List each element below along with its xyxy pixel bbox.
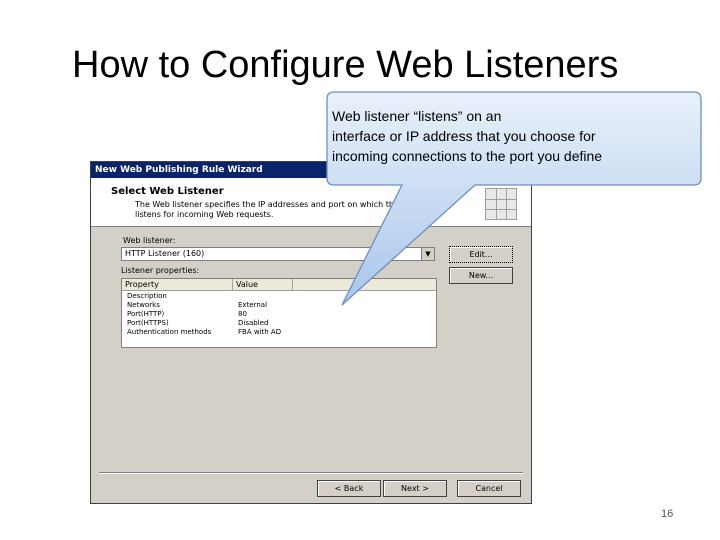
row-value: 80 bbox=[238, 310, 247, 318]
new-button[interactable]: New... bbox=[449, 267, 513, 284]
table-row[interactable]: Networks External bbox=[122, 301, 436, 309]
wizard-header: Select Web Listener The Web listener spe… bbox=[91, 178, 531, 227]
header-title: Select Web Listener bbox=[111, 186, 224, 197]
web-listener-select[interactable]: HTTP Listener (160) ▼ bbox=[121, 247, 435, 261]
listener-properties-label: Listener properties: bbox=[121, 266, 200, 275]
wizard-dialog: New Web Publishing Rule Wizard Select We… bbox=[90, 161, 532, 504]
row-value: External bbox=[238, 301, 268, 309]
callout-line-1: Web listener “listens” on an bbox=[332, 108, 502, 124]
properties-header: Property Value bbox=[122, 279, 436, 291]
row-property: Authentication methods bbox=[127, 328, 212, 336]
footer-separator bbox=[99, 472, 523, 474]
next-button[interactable]: Next > bbox=[383, 480, 447, 497]
row-value: Disabled bbox=[238, 319, 269, 327]
chevron-down-icon[interactable]: ▼ bbox=[421, 248, 434, 260]
callout-text: Web listener “listens” on an interface o… bbox=[332, 106, 712, 166]
callout-line-3: incoming connections to the port you def… bbox=[332, 148, 603, 164]
web-listener-value: HTTP Listener (160) bbox=[125, 249, 205, 258]
row-value: FBA with AD bbox=[238, 328, 282, 336]
header-description: The Web listener specifies the IP addres… bbox=[135, 200, 442, 219]
slide-title: How to Configure Web Listeners bbox=[72, 44, 619, 86]
row-property: Port(HTTPS) bbox=[127, 319, 169, 327]
web-listener-label: Web listener: bbox=[123, 236, 176, 245]
page-number: 16 bbox=[661, 508, 674, 520]
table-row[interactable]: Port(HTTPS) Disabled bbox=[122, 319, 436, 327]
row-property: Port(HTTP) bbox=[127, 310, 165, 318]
column-header-property[interactable]: Property bbox=[122, 279, 233, 290]
back-button[interactable]: < Back bbox=[317, 480, 381, 497]
column-header-value[interactable]: Value bbox=[233, 279, 293, 290]
callout-line-2: interface or IP address that you choose … bbox=[332, 128, 596, 144]
wizard-graphic-icon bbox=[485, 188, 517, 220]
listener-properties-list[interactable]: Property Value Description Networks Exte… bbox=[121, 278, 437, 348]
row-property: Description bbox=[127, 292, 167, 300]
table-row[interactable]: Authentication methods FBA with AD bbox=[122, 328, 436, 336]
cancel-button[interactable]: Cancel bbox=[457, 480, 521, 497]
row-property: Networks bbox=[127, 301, 160, 309]
table-row[interactable]: Description bbox=[122, 292, 436, 300]
table-row[interactable]: Port(HTTP) 80 bbox=[122, 310, 436, 318]
edit-button[interactable]: Edit... bbox=[449, 246, 513, 263]
